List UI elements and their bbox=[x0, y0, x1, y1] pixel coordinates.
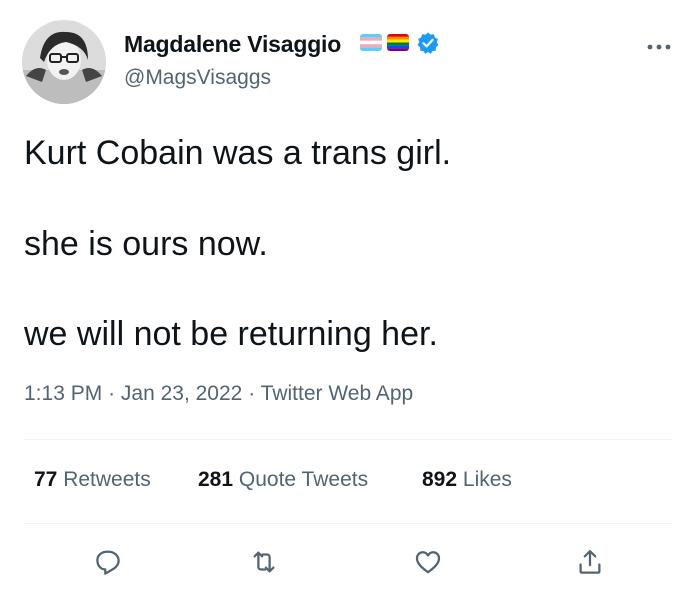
retweet-icon bbox=[253, 551, 275, 573]
user-handle[interactable]: @MagsVisaggs bbox=[124, 66, 271, 90]
likes-stat[interactable]: 892 Likes bbox=[422, 468, 512, 492]
share-button[interactable] bbox=[572, 544, 608, 580]
tweet-text-line-2: she is ours now. bbox=[24, 225, 268, 263]
quote-tweets-label: Quote Tweets bbox=[238, 468, 369, 491]
tweet-text-line-3: we will not be returning her. bbox=[24, 315, 438, 353]
retweets-count: 77 bbox=[34, 468, 58, 491]
more-options-icon[interactable] bbox=[646, 34, 672, 54]
quote-tweets-stat[interactable]: 281 Quote Tweets bbox=[198, 468, 368, 492]
retweets-label: Retweets bbox=[63, 468, 151, 491]
meta-separator: · bbox=[248, 382, 256, 405]
likes-label: Likes bbox=[462, 468, 512, 491]
reply-button[interactable] bbox=[90, 544, 126, 580]
tweet-text-line-1: Kurt Cobain was a trans girl. bbox=[24, 134, 452, 172]
display-name[interactable]: Magdalene Visaggio bbox=[124, 31, 341, 58]
like-icon bbox=[415, 551, 441, 574]
rainbow-flag-icon bbox=[387, 34, 409, 51]
divider bbox=[24, 523, 672, 524]
retweets-stat[interactable]: 77 Retweets bbox=[34, 468, 151, 492]
tweet-date[interactable]: Jan 23, 2022 bbox=[121, 382, 242, 405]
transgender-flag-icon bbox=[360, 34, 382, 51]
avatar-image bbox=[22, 20, 106, 104]
quote-tweets-count: 281 bbox=[198, 468, 234, 491]
likes-count: 892 bbox=[422, 468, 458, 491]
like-button[interactable] bbox=[410, 544, 446, 580]
avatar[interactable] bbox=[22, 20, 106, 104]
tweet-time[interactable]: 1:13 PM bbox=[24, 382, 102, 405]
share-icon bbox=[579, 550, 601, 574]
reply-icon bbox=[96, 550, 120, 575]
tweet-metadata: 1:13 PM · Jan 23, 2022 · Twitter Web App bbox=[24, 382, 413, 406]
tweet-source[interactable]: Twitter Web App bbox=[261, 382, 414, 405]
meta-separator: · bbox=[108, 382, 116, 405]
verified-badge-icon bbox=[416, 31, 440, 55]
retweet-button[interactable] bbox=[246, 544, 282, 580]
divider bbox=[24, 439, 672, 440]
